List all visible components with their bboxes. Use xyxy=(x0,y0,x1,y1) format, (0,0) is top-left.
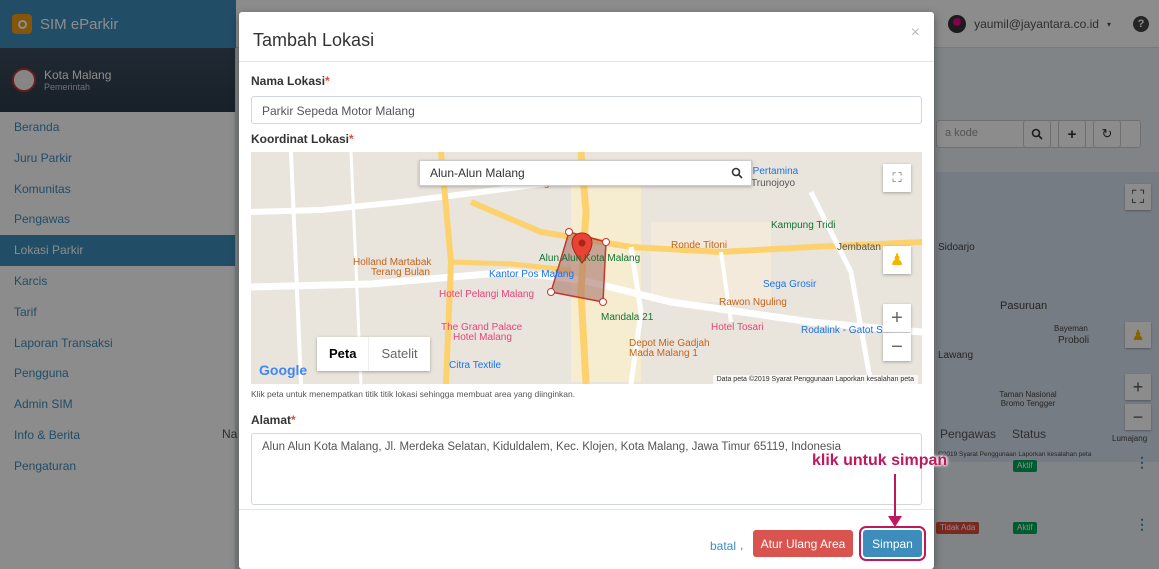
map-label: Mada Malang 1 xyxy=(629,348,698,359)
button-separator: , xyxy=(740,538,744,552)
modal-title: Tambah Lokasi xyxy=(253,30,375,50)
map-label: Kampung Tridi xyxy=(771,220,836,231)
annotation-arrow-head xyxy=(888,516,902,527)
add-location-modal: Tambah Lokasi × Nama Lokasi* Parkir Sepe… xyxy=(239,12,934,569)
map-label: Hotel Tosari xyxy=(711,322,764,333)
google-logo: Google xyxy=(259,362,308,378)
map-label: Sega Grosir xyxy=(763,279,817,290)
reset-area-button[interactable]: Atur Ulang Area xyxy=(753,530,853,557)
map-label: Ronde Titoni xyxy=(671,240,728,251)
map-label: Alun Alun Kota Malang xyxy=(539,253,641,264)
annotation-arrow xyxy=(894,474,896,518)
map-label: Kantor Pos Malang xyxy=(489,269,575,280)
modal-header: Tambah Lokasi × xyxy=(239,12,934,62)
map-label: Trunojoyo xyxy=(751,178,796,189)
map-label: Rawon Nguling xyxy=(719,297,787,308)
map-label: Mandala 21 xyxy=(601,312,654,323)
close-icon[interactable]: × xyxy=(911,24,920,42)
map-search-input[interactable]: Alun-Alun Malang xyxy=(420,166,723,180)
annotation-label: klik untuk simpan xyxy=(812,452,948,469)
save-button[interactable]: Simpan xyxy=(859,526,926,561)
map-type-control: Peta Satelit xyxy=(317,337,430,371)
map-hint: Klik peta untuk menempatkan titik titik … xyxy=(251,389,576,399)
map-label: Rodalink - Gatot S xyxy=(801,325,883,336)
zoom-out-icon[interactable]: − xyxy=(883,333,911,361)
map-label: Hotel Pelangi Malang xyxy=(439,289,535,300)
nama-lokasi-label: Nama Lokasi* xyxy=(251,74,330,88)
map-label: Terang Bulan xyxy=(371,267,430,278)
koordinat-lokasi-label: Koordinat Lokasi* xyxy=(251,132,354,146)
button-separator: , xyxy=(858,538,862,552)
map-label: Citra Textile xyxy=(449,360,502,371)
map-type-peta[interactable]: Peta xyxy=(317,337,368,371)
cancel-button[interactable]: batal xyxy=(710,539,736,553)
location-map[interactable]: BU Pertamina Trunojoyo Kampung Tridi Jem… xyxy=(251,152,922,384)
nama-lokasi-input[interactable]: Parkir Sepeda Motor Malang xyxy=(251,96,922,124)
map-search-box[interactable]: Alun-Alun Malang xyxy=(419,160,752,186)
fullscreen-icon[interactable]: ⛶ xyxy=(883,164,911,192)
alamat-label: Alamat* xyxy=(251,413,296,427)
search-icon[interactable] xyxy=(723,161,751,185)
map-footer: Data peta ©2019 Syarat Penggunaan Lapork… xyxy=(712,375,918,384)
map-type-satelit[interactable]: Satelit xyxy=(368,337,429,371)
map-label: Hotel Malang xyxy=(453,332,512,343)
map-label: Jembatan xyxy=(837,242,881,253)
pegman-icon[interactable]: ♟ xyxy=(883,246,911,274)
zoom-in-icon[interactable]: + xyxy=(883,304,911,332)
